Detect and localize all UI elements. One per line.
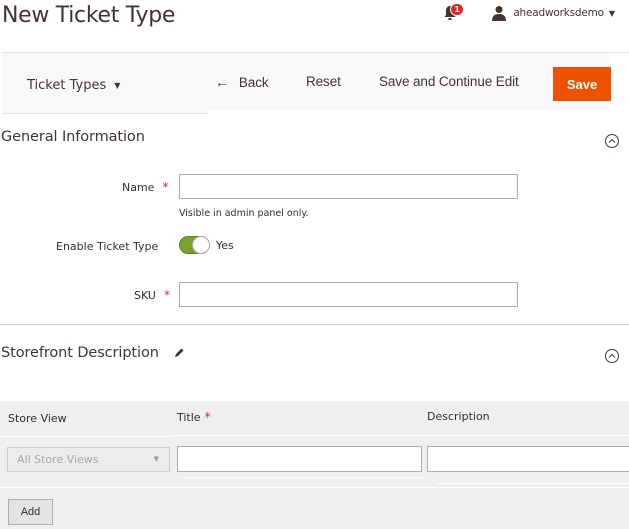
bar-edge: [609, 53, 629, 113]
save-and-continue-button[interactable]: Save and Continue Edit: [379, 74, 519, 89]
page-actions-bar: Ticket Types ▼ ← Back Reset Save and Con…: [2, 52, 629, 114]
notifications-button[interactable]: 1: [443, 3, 464, 21]
bar-shadow: [208, 110, 629, 114]
general-information-title[interactable]: General Information: [1, 129, 145, 145]
collapse-general-icon[interactable]: [605, 134, 619, 148]
grid-row-border: [180, 477, 424, 478]
pencil-icon: [174, 348, 184, 357]
enable-ticket-type-label: Enable Ticket Type: [56, 240, 159, 253]
column-header-description: Description: [427, 410, 490, 423]
store-view-select[interactable]: All Store Views ▼: [7, 447, 170, 472]
required-marker: *: [162, 180, 169, 194]
title-input[interactable]: [177, 446, 422, 472]
sku-label: SKU *: [134, 288, 170, 302]
toggle-knob: [192, 236, 210, 254]
enable-ticket-type-toggle[interactable]: [179, 236, 210, 254]
column-header-title-text: Title: [177, 411, 201, 424]
collapse-storefront-icon[interactable]: [605, 349, 619, 363]
name-input[interactable]: [179, 174, 518, 199]
toggle-value-label: Yes: [216, 239, 234, 252]
name-label: Name *: [122, 180, 168, 194]
user-name: aheadworksdemo: [513, 7, 604, 19]
grid-row-border: [437, 483, 629, 484]
user-account-menu[interactable]: aheadworksdemo ▼: [491, 5, 615, 21]
reset-button[interactable]: Reset: [306, 74, 341, 89]
required-marker: *: [163, 288, 170, 302]
required-marker: *: [204, 410, 211, 424]
caret-down-icon: ▼: [608, 8, 615, 18]
admin-header-actions: 1 aheadworksdemo ▼: [443, 3, 615, 21]
name-note: Visible in admin panel only.: [179, 208, 309, 219]
switcher-label: Ticket Types: [27, 78, 107, 93]
ticket-types-switcher[interactable]: Ticket Types ▼: [27, 78, 120, 93]
store-view-value: All Store Views: [17, 453, 99, 466]
chevron-up-icon: [608, 353, 616, 358]
caret-down-icon: ▼: [114, 81, 121, 90]
notification-count-badge: 1: [450, 3, 464, 16]
grid-row-border: [0, 436, 170, 437]
chevron-up-icon: [608, 138, 616, 143]
grid-row-border: [0, 487, 629, 488]
column-header-title: Title *: [177, 410, 211, 424]
section-title-text: Storefront Description: [1, 345, 159, 361]
caret-down-icon: ▼: [153, 455, 159, 463]
user-icon: [492, 6, 507, 21]
column-header-store-view: Store View: [8, 412, 67, 425]
description-input[interactable]: [427, 446, 629, 472]
page-title: New Ticket Type: [2, 3, 176, 28]
sku-input[interactable]: [179, 282, 518, 307]
storefront-description-grid: Store View Title * Description All Store …: [0, 401, 629, 529]
section-title-text: General Information: [1, 129, 145, 145]
storefront-description-title[interactable]: Storefront Description: [1, 345, 185, 361]
section-divider: [0, 324, 629, 325]
back-button[interactable]: ← Back: [215, 74, 269, 90]
arrow-left-icon: ←: [215, 74, 229, 90]
back-label: Back: [238, 74, 269, 90]
add-button[interactable]: Add: [8, 499, 53, 525]
name-label-text: Name: [122, 181, 155, 194]
sku-label-text: SKU: [134, 289, 156, 302]
save-button[interactable]: Save: [553, 67, 611, 101]
grid-row-border: [170, 435, 629, 436]
